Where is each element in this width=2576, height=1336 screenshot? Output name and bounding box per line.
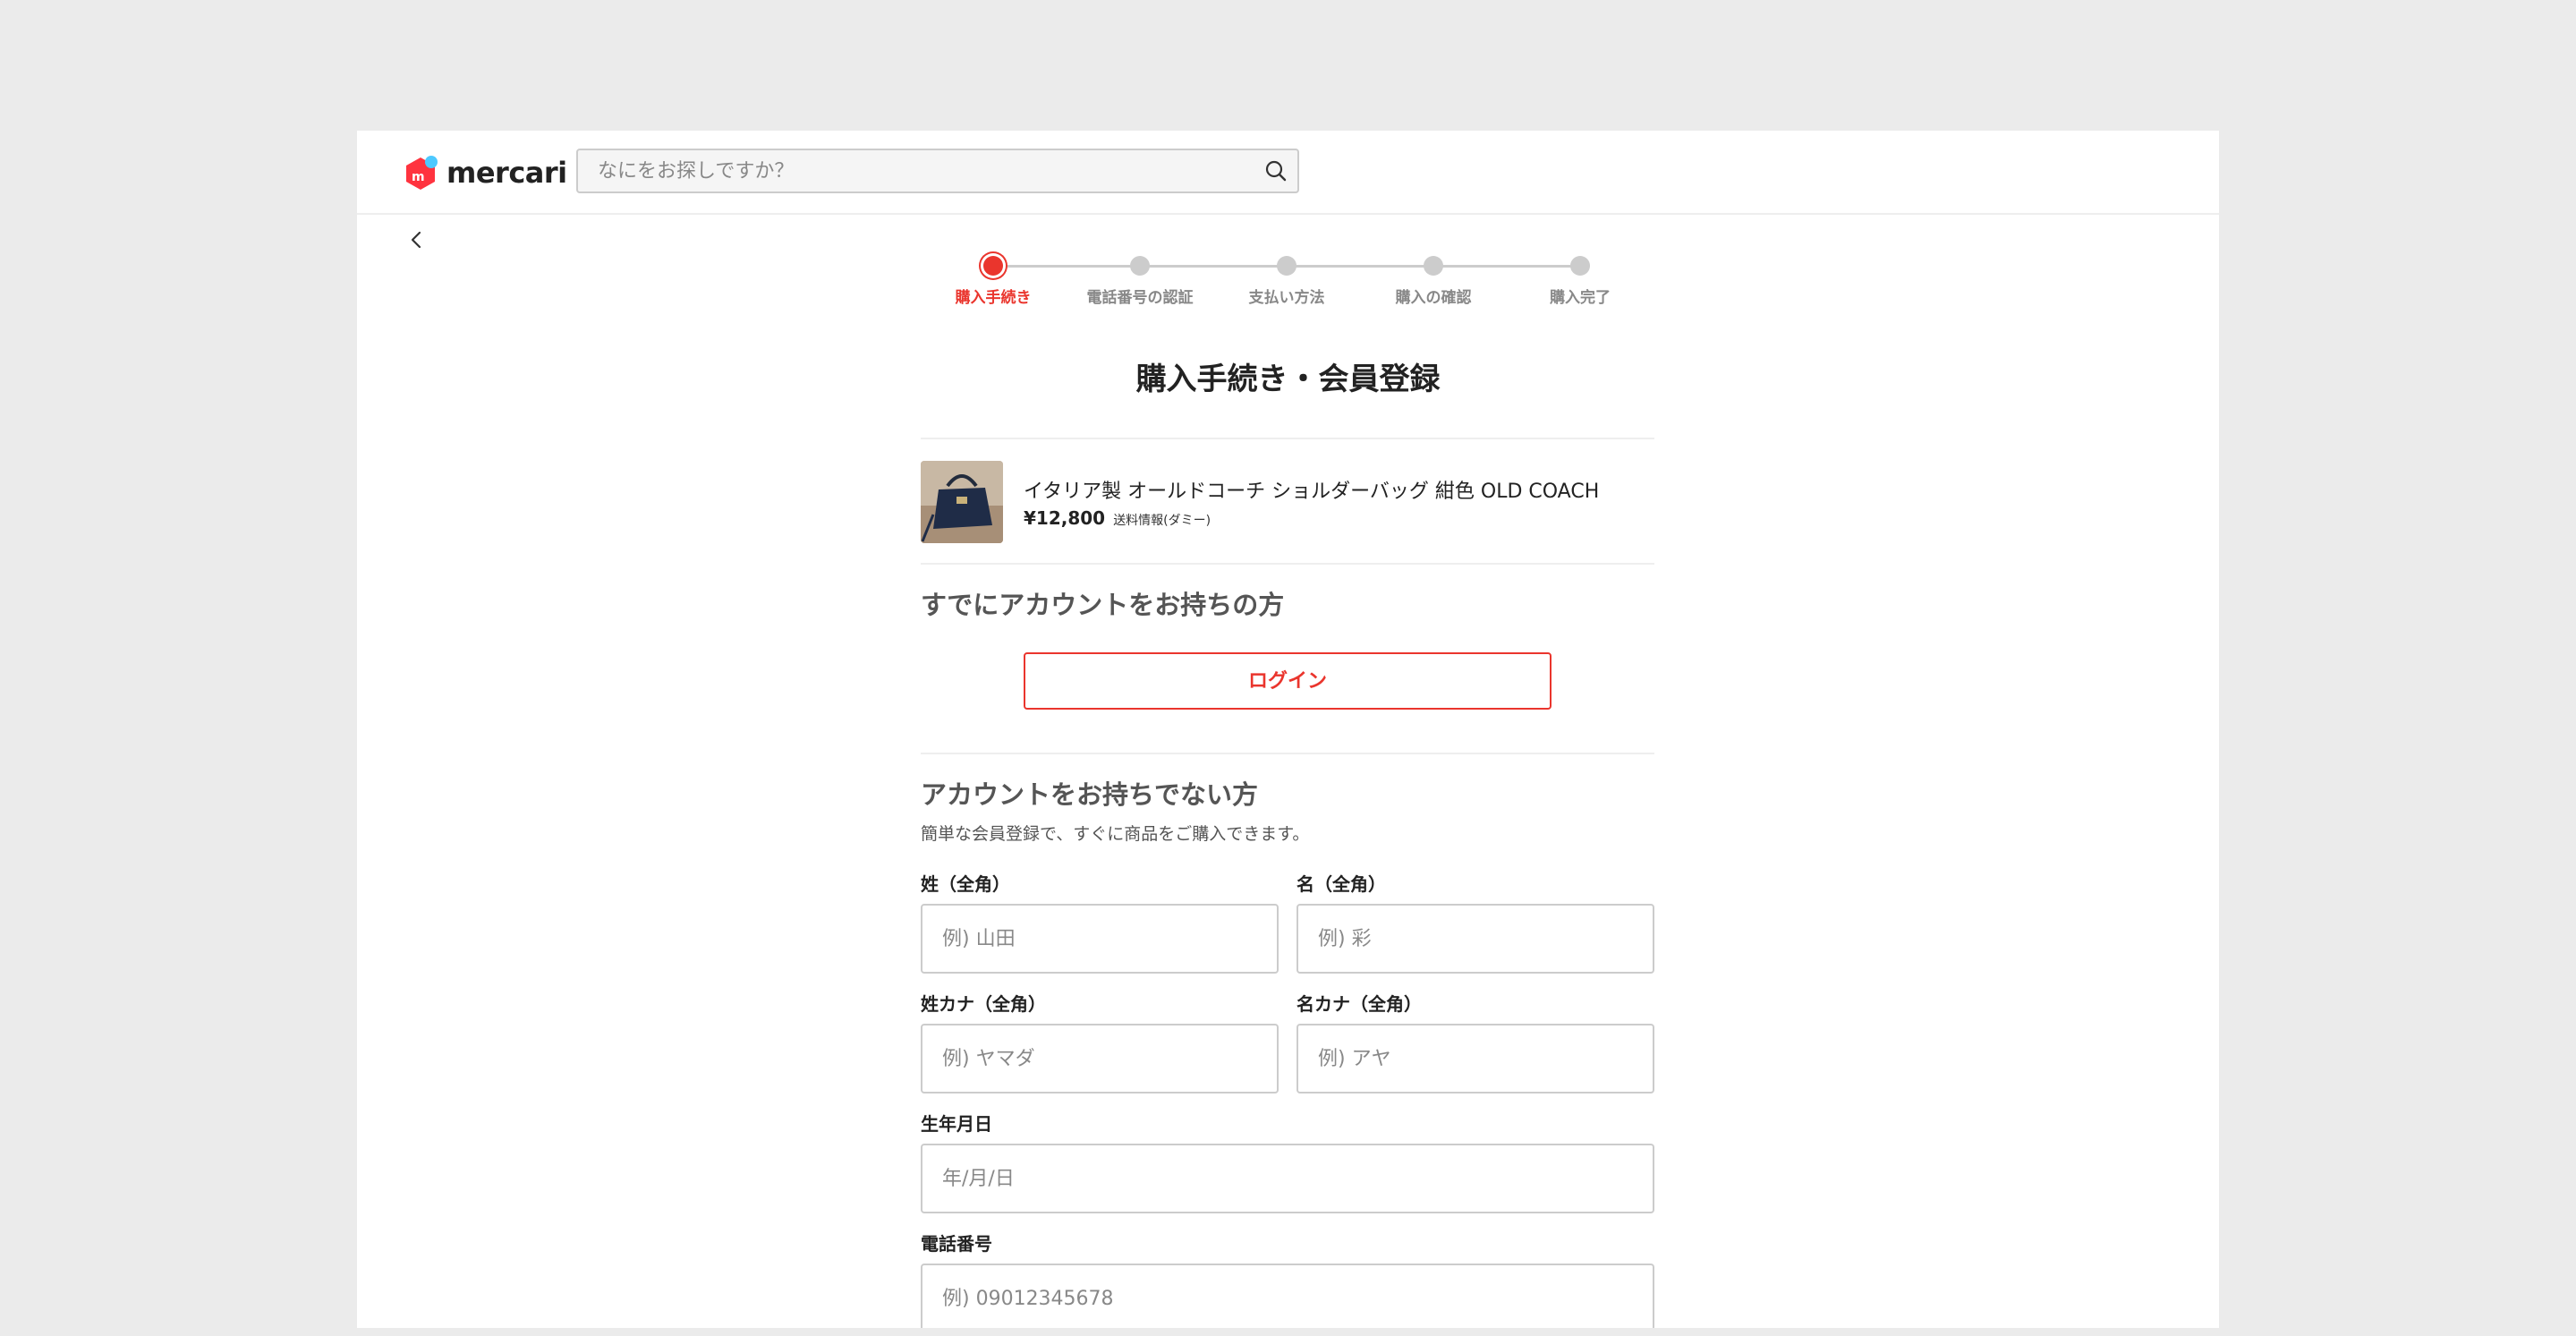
form-row: 生年月日	[921, 1111, 1654, 1213]
logo-text: mercari	[446, 156, 567, 190]
phone-field: 電話番号	[921, 1231, 1654, 1328]
first-name-input[interactable]	[1297, 904, 1654, 974]
register-heading: アカウントをお持ちでない方	[921, 779, 1259, 810]
step-label: 支払い方法	[1248, 289, 1325, 307]
item-thumbnail	[921, 461, 1003, 543]
last-name-label: 姓（全角）	[921, 873, 1010, 895]
login-heading: すでにアカウントをお持ちの方	[921, 590, 1285, 620]
last-name-kana-input[interactable]	[921, 1024, 1279, 1093]
last-name-kana-field: 姓カナ（全角）	[921, 991, 1279, 1093]
registration-form: 姓（全角） 名（全角） 姓カナ（全角） 名カナ（全角）	[921, 872, 1654, 1328]
birthdate-input[interactable]	[921, 1144, 1654, 1213]
main-content: イタリア製 オールドコーチ ショルダーバッグ 紺色 OLD COACH ¥12,…	[921, 438, 1654, 1328]
first-name-field: 名（全角）	[1297, 872, 1654, 974]
phone-input[interactable]	[921, 1264, 1654, 1328]
last-name-kana-label: 姓カナ（全角）	[921, 993, 1046, 1015]
login-section: すでにアカウントをお持ちの方 ログイン	[921, 565, 1654, 753]
bag-image-icon	[921, 461, 1003, 543]
register-subtext: 簡単な会員登録で、すぐに商品をご購入できます。	[921, 824, 1310, 844]
last-name-field: 姓（全角）	[921, 872, 1279, 974]
step-complete: 購入完了	[1513, 254, 1647, 307]
item-title: イタリア製 オールドコーチ ショルダーバッグ 紺色 OLD COACH	[1024, 481, 1600, 503]
step-label: 電話番号の認証	[1086, 289, 1194, 307]
header: m mercari	[357, 131, 2219, 215]
form-row: 姓カナ（全角） 名カナ（全角）	[921, 991, 1654, 1093]
first-name-label: 名（全角）	[1297, 873, 1386, 895]
first-name-kana-input[interactable]	[1297, 1024, 1654, 1093]
step-label: 購入手続き	[955, 289, 1032, 307]
step-dot-active	[983, 256, 1003, 276]
last-name-input[interactable]	[921, 904, 1279, 974]
svg-text:m: m	[412, 170, 425, 184]
page-container: m mercari 購入手続き 電話番号の認証 支払い方法	[357, 131, 2219, 1328]
search-input[interactable]	[578, 150, 1260, 191]
first-name-kana-label: 名カナ（全角）	[1297, 993, 1422, 1015]
search-bar	[576, 149, 1299, 193]
mercari-logo-icon: m	[406, 156, 438, 190]
progress-stepper: 購入手続き 電話番号の認証 支払い方法 購入の確認 購入完了	[930, 254, 1681, 308]
search-icon[interactable]	[1263, 158, 1288, 183]
item-price-row: ¥12,800 送料情報(ダミー)	[1024, 507, 1211, 529]
chevron-left-icon[interactable]	[406, 229, 428, 251]
birthdate-field: 生年月日	[921, 1111, 1654, 1213]
step-purchase: 購入手続き	[926, 254, 1060, 307]
register-section: アカウントをお持ちでない方 簡単な会員登録で、すぐに商品をご購入できます。 姓（…	[921, 754, 1654, 1328]
step-payment-method: 支払い方法	[1220, 254, 1354, 307]
step-label: 購入完了	[1550, 289, 1611, 307]
step-label: 購入の確認	[1395, 289, 1472, 307]
item-summary: イタリア製 オールドコーチ ショルダーバッグ 紺色 OLD COACH ¥12,…	[921, 439, 1654, 563]
step-phone-verification: 電話番号の認証	[1073, 254, 1207, 307]
first-name-kana-field: 名カナ（全角）	[1297, 991, 1654, 1093]
step-dot	[1424, 256, 1443, 276]
form-row: 姓（全角） 名（全角）	[921, 872, 1654, 974]
birthdate-label: 生年月日	[921, 1113, 992, 1135]
item-shipping: 送料情報(ダミー)	[1113, 514, 1211, 528]
phone-label: 電話番号	[921, 1233, 992, 1255]
step-dot	[1130, 256, 1150, 276]
step-dot	[1570, 256, 1590, 276]
page-title: 購入手続き・会員登録	[1135, 362, 1441, 397]
step-confirm: 購入の確認	[1366, 254, 1501, 307]
login-button[interactable]: ログイン	[1024, 652, 1552, 710]
step-dot	[1277, 256, 1297, 276]
form-row: 電話番号	[921, 1231, 1654, 1328]
logo[interactable]: m mercari	[402, 154, 567, 191]
item-price: ¥12,800	[1024, 507, 1106, 529]
